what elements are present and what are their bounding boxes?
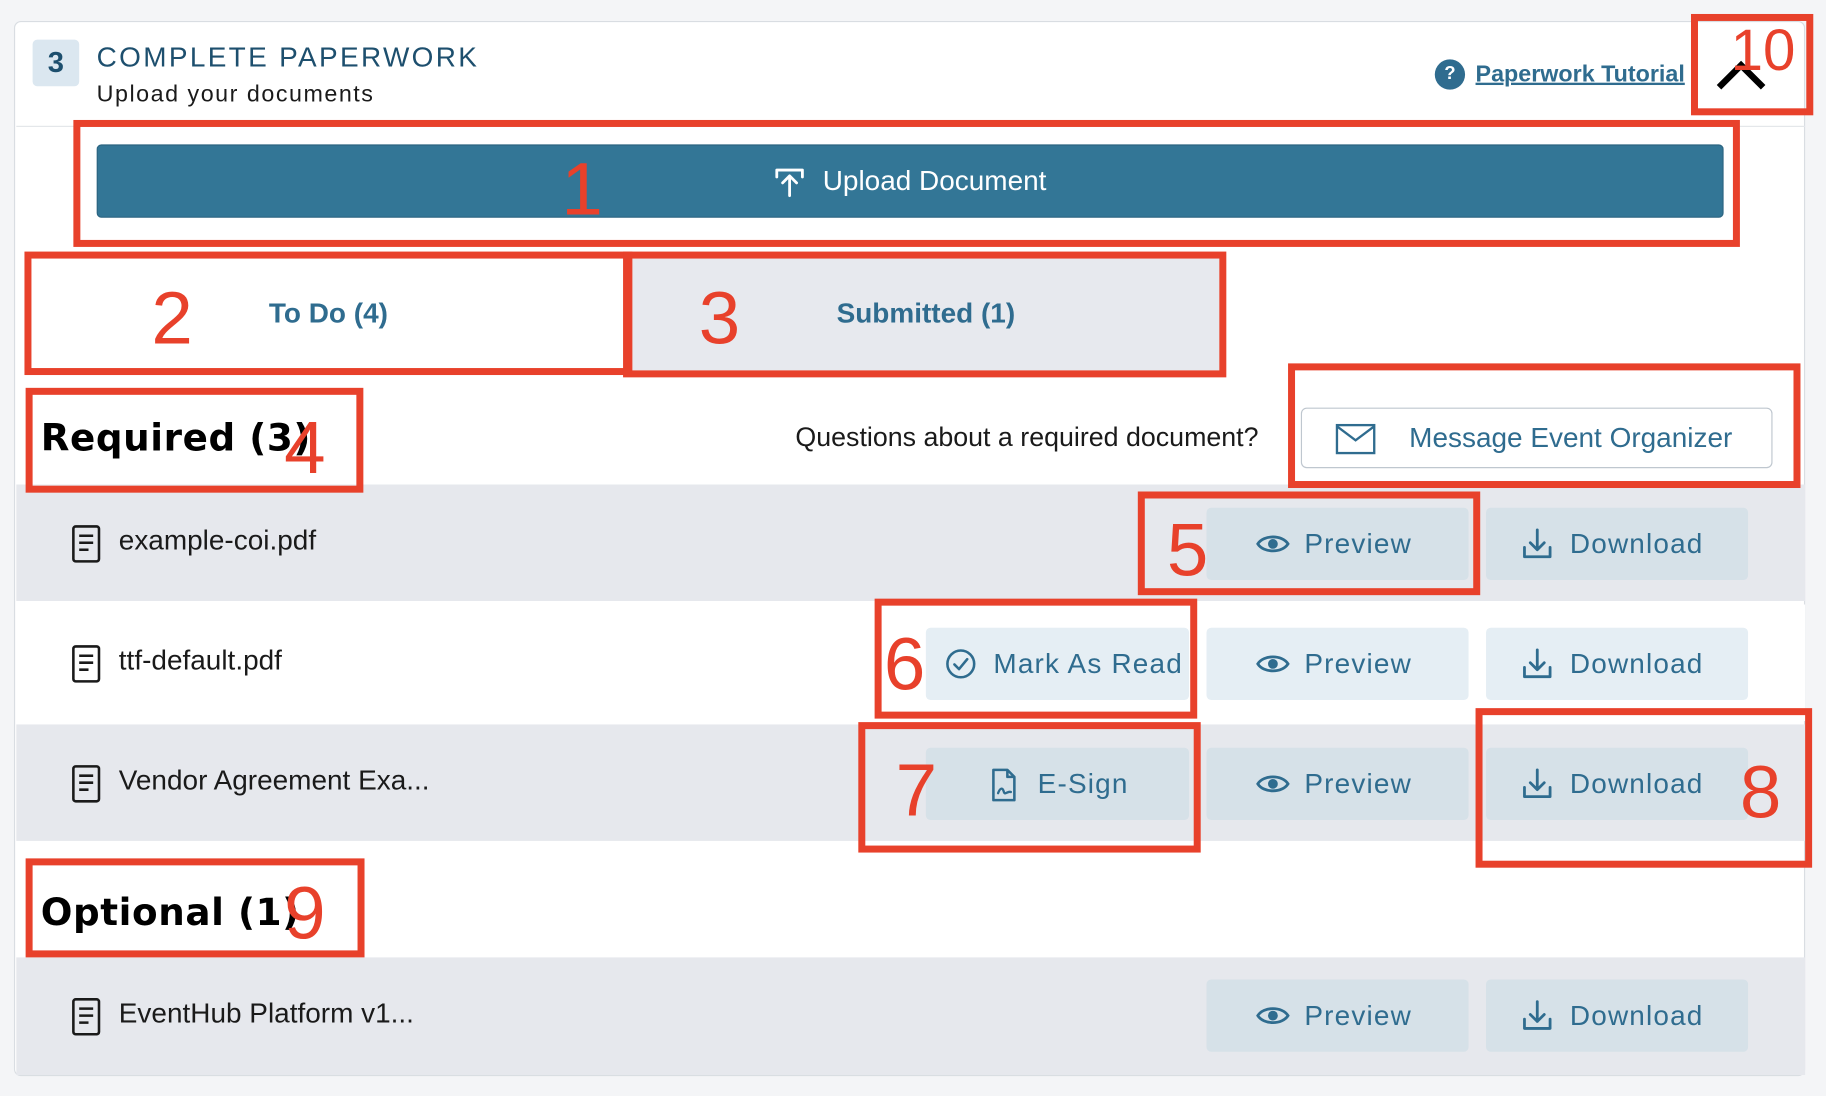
tab-to-do-label: To Do (4) [268, 298, 388, 330]
preview-button-label: Preview [1304, 1000, 1412, 1032]
mark-as-read-label: Mark As Read [993, 648, 1183, 681]
download-icon [1523, 648, 1552, 679]
download-button-label: Download [1569, 768, 1704, 801]
tab-submitted-label: Submitted (1) [836, 298, 1016, 330]
message-organizer-label: Message Event Organizer [1409, 422, 1733, 455]
section-subtitle: Upload your documents [96, 81, 375, 108]
document-name: ttf-default.pdf [118, 645, 282, 677]
section-title: COMPLETE PAPERWORK [96, 41, 480, 74]
collapse-button[interactable] [1712, 51, 1770, 98]
header-divider [16, 125, 1806, 127]
eye-icon [1256, 775, 1290, 793]
document-name: Vendor Agreement Exa... [118, 765, 430, 797]
message-organizer-button[interactable]: Message Event Organizer [1300, 407, 1773, 469]
download-icon [1523, 528, 1552, 559]
download-button-label: Download [1569, 648, 1704, 681]
optional-section-title: Optional (1) [40, 889, 300, 935]
required-section-title: Required (3) [40, 415, 312, 461]
eye-icon [1256, 535, 1290, 553]
document-name: example-coi.pdf [118, 525, 317, 557]
upload-button-label: Upload Document [822, 164, 1047, 197]
document-icon [72, 765, 101, 803]
download-button[interactable]: Download [1486, 627, 1749, 700]
preview-button-label: Preview [1304, 528, 1412, 561]
download-button-label: Download [1569, 528, 1704, 561]
download-icon [1523, 1000, 1552, 1030]
download-button[interactable]: Download [1486, 979, 1749, 1052]
document-icon [72, 645, 101, 683]
preview-button[interactable]: Preview [1206, 507, 1469, 581]
tab-submitted[interactable]: Submitted (1) [628, 258, 1223, 371]
paperwork-page: 3 COMPLETE PAPERWORK Upload your documen… [0, 0, 1826, 1096]
e-sign-button[interactable]: E-Sign [925, 747, 1190, 820]
document-name: EventHub Platform v1... [118, 998, 414, 1030]
tab-to-do[interactable]: To Do (4) [30, 258, 627, 371]
step-number-badge: 3 [32, 39, 80, 87]
required-question-text: Questions about a required document? [795, 421, 1259, 452]
download-icon [1523, 768, 1552, 799]
document-icon [72, 525, 101, 563]
upload-document-button[interactable]: Upload Document [96, 144, 1724, 218]
check-circle-icon [946, 649, 976, 679]
download-button[interactable]: Download [1486, 507, 1749, 581]
signature-icon [992, 768, 1016, 802]
eye-icon [1256, 1007, 1290, 1024]
e-sign-label: E-Sign [1037, 768, 1129, 801]
preview-button[interactable]: Preview [1206, 747, 1469, 820]
paperwork-tutorial-link[interactable]: ? Paperwork Tutorial [1434, 58, 1685, 91]
upload-arrow-icon [775, 168, 805, 197]
preview-button[interactable]: Preview [1206, 979, 1469, 1052]
download-button-label: Download [1569, 1000, 1704, 1032]
tutorial-link-label: Paperwork Tutorial [1475, 61, 1685, 87]
eye-icon [1256, 655, 1290, 673]
preview-button[interactable]: Preview [1206, 627, 1469, 700]
preview-button-label: Preview [1304, 648, 1412, 681]
chevron-up-icon [1716, 60, 1766, 90]
document-icon [72, 998, 101, 1036]
mark-as-read-button[interactable]: Mark As Read [925, 627, 1190, 700]
help-icon: ? [1434, 59, 1466, 90]
download-button[interactable]: Download [1486, 747, 1749, 820]
envelope-icon [1335, 423, 1376, 455]
preview-button-label: Preview [1304, 768, 1412, 801]
